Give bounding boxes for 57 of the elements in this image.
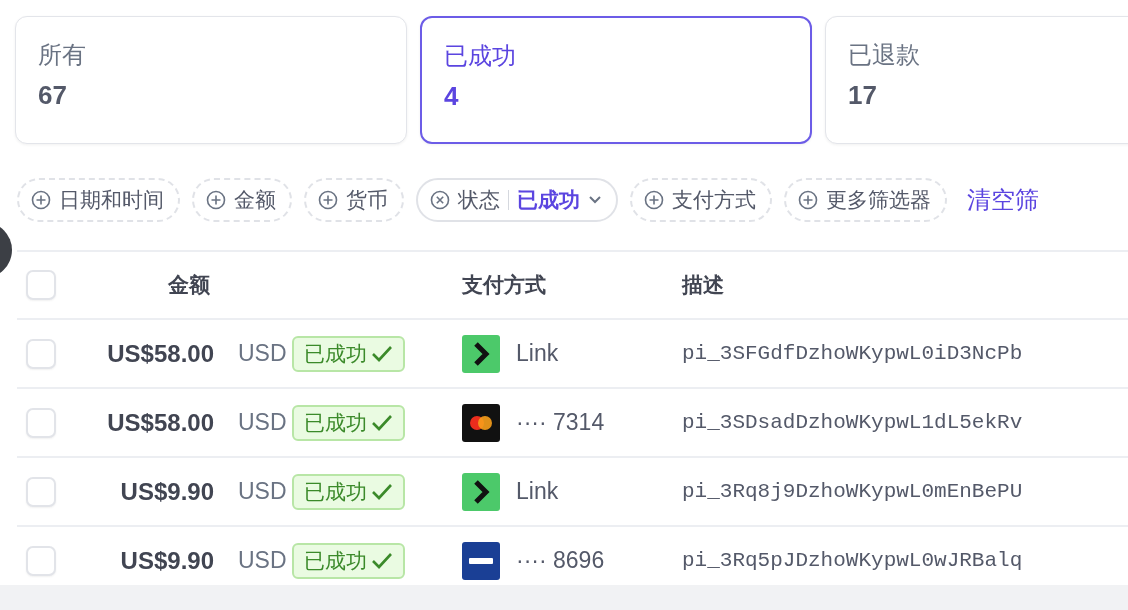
tab-count: 67 xyxy=(38,79,68,111)
amount-text: US$58.00 xyxy=(107,408,214,436)
payment-method-text: ···· 7314 xyxy=(516,408,605,438)
filter-chip[interactable]: 支付方式 xyxy=(630,178,772,222)
row-checkbox[interactable] xyxy=(26,476,56,507)
amount-text: US$9.90 xyxy=(120,546,214,574)
clear-filters-link[interactable]: 清空筛 xyxy=(967,182,1039,218)
amount-text: US$58.00 xyxy=(107,339,214,367)
filter-chip[interactable]: 更多筛选器 xyxy=(784,178,947,222)
summary-tab[interactable]: 所有 67 xyxy=(15,16,407,144)
payment-method-text: Link xyxy=(516,477,559,507)
tab-label: 所有 xyxy=(38,41,87,70)
status-badge: 已成功 xyxy=(292,335,405,372)
chevron-right-icon xyxy=(462,334,500,373)
status-badge: 已成功 xyxy=(292,542,405,579)
row-checkbox[interactable] xyxy=(26,338,56,369)
column-header: 描述 xyxy=(682,272,724,299)
column-header: 支付方式 xyxy=(462,272,547,299)
row-checkbox[interactable] xyxy=(26,545,56,576)
currency-text: USD xyxy=(238,478,287,505)
description-text: pi_3SFGdfDzhoWKypwL0iD3NcPb xyxy=(682,341,1023,365)
currency-text: USD xyxy=(238,547,287,574)
summary-tab[interactable]: 已退款 17 xyxy=(825,16,1128,144)
description-text: pi_3Rq5pJDzhoWKypwL0wJRBalq xyxy=(682,548,1023,572)
filter-value: 已成功 xyxy=(517,187,580,214)
plus-circle-icon xyxy=(318,190,338,210)
chevron-down-icon xyxy=(588,195,602,205)
tab-count: 17 xyxy=(848,79,878,111)
currency-text: USD xyxy=(238,340,287,367)
description-text: pi_3SDsadDzhoWKypwL1dL5ekRv xyxy=(682,410,1023,434)
tab-count: 4 xyxy=(444,80,460,112)
description-text: pi_3Rq8j9DzhoWKypwL0mEnBePU xyxy=(682,479,1023,503)
plus-circle-icon xyxy=(206,190,226,210)
select-all-checkbox[interactable] xyxy=(26,270,56,300)
status-badge: 已成功 xyxy=(292,404,405,441)
row-checkbox[interactable] xyxy=(26,407,56,438)
summary-tab[interactable]: 已成功 4 xyxy=(420,16,812,144)
chevron-right-icon xyxy=(462,472,500,511)
filter-chip[interactable]: 货币 xyxy=(304,178,404,222)
plus-circle-icon xyxy=(798,190,818,210)
filter-chip[interactable]: 金额 xyxy=(192,178,292,222)
status-badge: 已成功 xyxy=(292,473,405,510)
tab-label: 已成功 xyxy=(444,42,517,71)
currency-text: USD xyxy=(238,409,287,436)
column-header: 金额 xyxy=(167,272,211,299)
tab-label: 已退款 xyxy=(848,41,921,70)
payment-method-text: Link xyxy=(516,339,559,369)
filter-name: 状态 xyxy=(458,187,500,214)
plus-circle-icon xyxy=(644,190,664,210)
amount-text: US$9.90 xyxy=(120,477,214,505)
payment-method-text: ···· 8696 xyxy=(516,546,605,576)
filter-chip[interactable]: 状态 已成功 xyxy=(416,178,618,222)
remove-circle-icon xyxy=(430,190,450,210)
plus-circle-icon xyxy=(31,190,51,210)
filter-chip[interactable]: 日期和时间 xyxy=(17,178,180,222)
card-logo-icon xyxy=(462,403,500,442)
card-logo-icon xyxy=(462,541,500,580)
